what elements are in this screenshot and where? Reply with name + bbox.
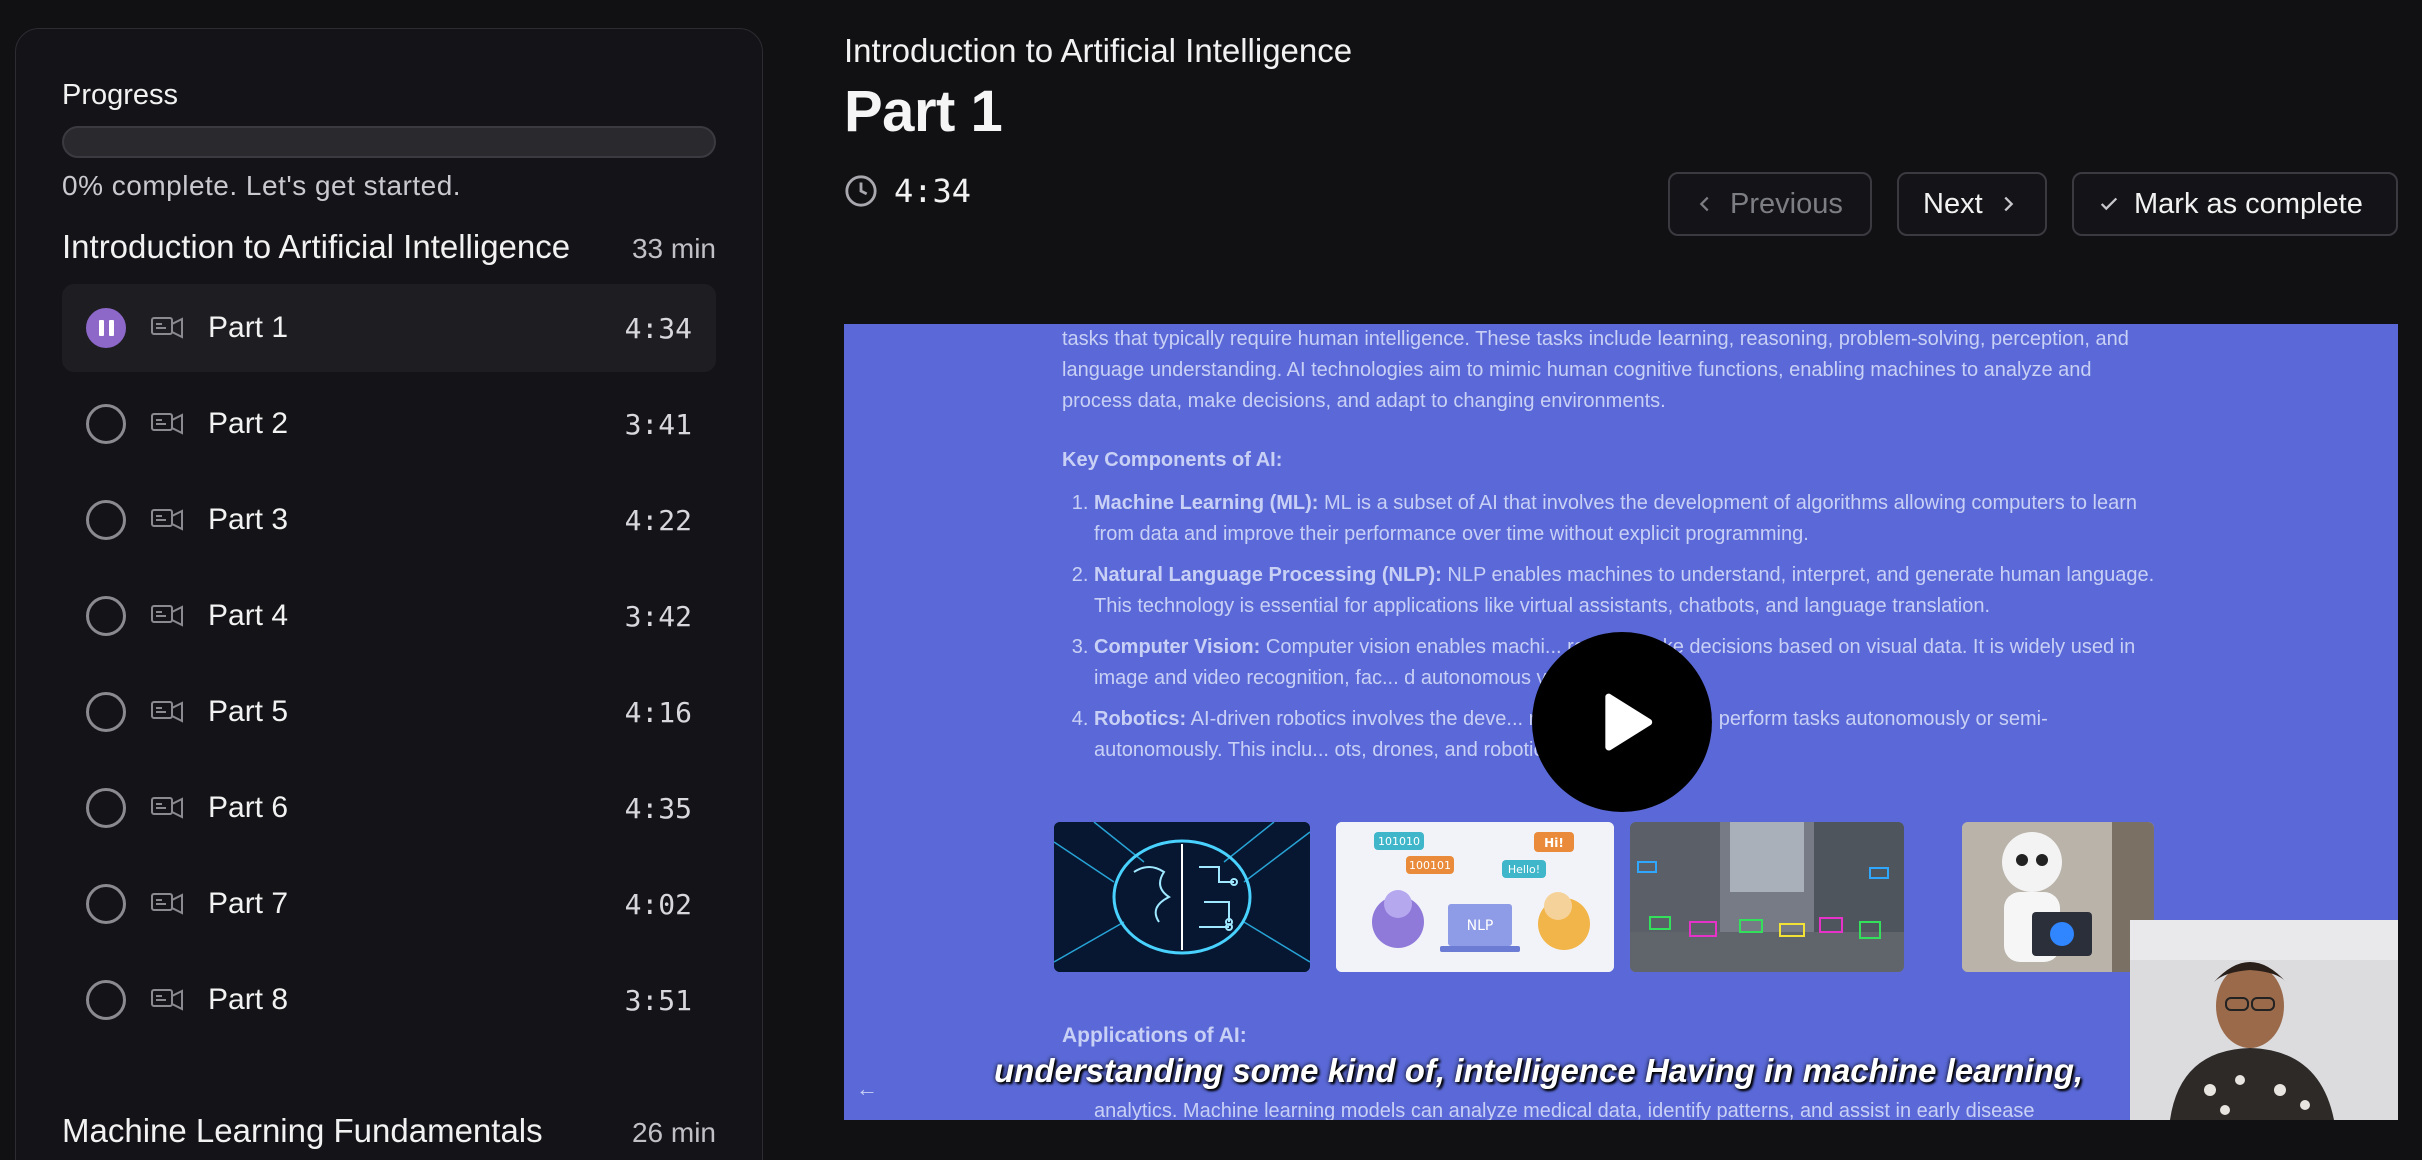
incomplete-status-icon bbox=[86, 596, 126, 636]
slide-back-arrow-icon[interactable]: ← bbox=[856, 1076, 878, 1102]
section-header-ml[interactable]: Machine Learning Fundamentals 26 min bbox=[62, 1112, 716, 1150]
street-detection-image bbox=[1630, 822, 1904, 972]
lesson-item[interactable]: Part 7 4:02 bbox=[62, 860, 716, 948]
nlp-tag: Hi! bbox=[1544, 836, 1564, 850]
lesson-item[interactable]: Part 1 4:34 bbox=[62, 284, 716, 372]
lesson-time: 4:02 bbox=[624, 887, 692, 921]
section-title: Machine Learning Fundamentals bbox=[62, 1112, 543, 1149]
presenter-webcam bbox=[2130, 920, 2398, 1120]
lesson-duration: 4:34 bbox=[844, 172, 971, 210]
lesson-name: Part 1 bbox=[208, 311, 289, 344]
play-icon bbox=[1605, 693, 1653, 751]
video-lesson-icon bbox=[150, 506, 186, 534]
nlp-tag: NLP bbox=[1467, 918, 1494, 934]
nlp-image: 101010 100101 Hi! Hello! NLP bbox=[1336, 822, 1614, 972]
lesson-time: 3:42 bbox=[624, 599, 692, 633]
lesson-name: Part 3 bbox=[208, 503, 289, 536]
lesson-item[interactable]: Part 2 3:41 bbox=[62, 380, 716, 468]
slide-key-heading: Key Components of AI: bbox=[1062, 449, 1283, 471]
lesson-name: Part 2 bbox=[208, 407, 289, 440]
brain-image bbox=[1054, 822, 1310, 972]
section-duration: 26 min bbox=[631, 1117, 716, 1148]
section-duration: 33 min bbox=[631, 233, 716, 264]
slide-applications-heading: Applications of AI: bbox=[1062, 1024, 1247, 1047]
slide-component-item: Natural Language Processing (NLP): NLP e… bbox=[1094, 560, 2162, 622]
lesson-item[interactable]: Part 8 3:51 bbox=[62, 956, 716, 1044]
lesson-item[interactable]: Part 3 4:22 bbox=[62, 476, 716, 564]
course-title: Introduction to Artificial Intelligence bbox=[844, 32, 1353, 69]
progress-bar bbox=[62, 126, 716, 158]
incomplete-status-icon bbox=[86, 884, 126, 924]
lesson-title: Part 1 bbox=[844, 79, 1003, 144]
chevron-right-icon bbox=[2004, 196, 2013, 212]
slide-component-item: Machine Learning (ML): ML is a subset of… bbox=[1094, 488, 2162, 550]
lesson-name: Part 5 bbox=[208, 695, 289, 728]
nlp-tag: Hello! bbox=[1508, 863, 1540, 876]
progress-label: Progress bbox=[62, 79, 179, 111]
mark-complete-button[interactable]: Mark as complete bbox=[2072, 172, 2398, 236]
nlp-tag: 100101 bbox=[1409, 859, 1451, 872]
mark-complete-label: Mark as complete bbox=[2134, 187, 2363, 220]
chevron-left-icon bbox=[1699, 196, 1709, 212]
lesson-list: Part 1 4:34 Part 2 3:41 Part 3 4:22 Part 4 3:42… bbox=[62, 284, 716, 1044]
clock-icon bbox=[845, 175, 877, 207]
lesson-name: Part 6 bbox=[208, 791, 289, 824]
lesson-time: 4:16 bbox=[624, 695, 692, 729]
nlp-tag: 101010 bbox=[1378, 835, 1420, 848]
slide-bottom-text: analytics. Machine learning models can a… bbox=[1094, 1100, 2035, 1120]
lesson-name: Part 8 bbox=[208, 983, 289, 1016]
progress-text: 0% complete. Let's get started. bbox=[62, 170, 462, 201]
check-icon bbox=[2100, 197, 2118, 211]
video-lesson-icon bbox=[150, 602, 186, 630]
lesson-time: 3:51 bbox=[624, 983, 692, 1017]
lesson-time: 4:34 bbox=[624, 311, 692, 345]
video-lesson-icon bbox=[150, 314, 186, 342]
lesson-duration-value: 4:34 bbox=[894, 172, 972, 210]
incomplete-status-icon bbox=[86, 980, 126, 1020]
incomplete-status-icon bbox=[86, 404, 126, 444]
app-root: Progress 0% complete. Let's get started.… bbox=[0, 0, 2422, 1160]
previous-button[interactable]: Previous bbox=[1668, 172, 1872, 236]
video-lesson-icon bbox=[150, 890, 186, 918]
previous-button-label: Previous bbox=[1730, 187, 1843, 220]
lesson-item[interactable]: Part 5 4:16 bbox=[62, 668, 716, 756]
incomplete-status-icon bbox=[86, 788, 126, 828]
incomplete-status-icon bbox=[86, 500, 126, 540]
section-title: Introduction to Artificial Intelligence bbox=[62, 228, 571, 265]
section-header-intro[interactable]: Introduction to Artificial Intelligence … bbox=[62, 228, 716, 266]
course-sidebar: Progress 0% complete. Let's get started.… bbox=[15, 28, 763, 1160]
lesson-name: Part 4 bbox=[208, 599, 289, 632]
lesson-time: 4:35 bbox=[624, 791, 692, 825]
video-caption: understanding some kind of, intelligence… bbox=[994, 1052, 2084, 1089]
pause-status-icon bbox=[86, 308, 126, 348]
lesson-time: 3:41 bbox=[624, 407, 692, 441]
play-button[interactable] bbox=[1532, 632, 1712, 812]
video-player[interactable]: tasks that typically require human intel… bbox=[844, 324, 2398, 1120]
video-lesson-icon bbox=[150, 698, 186, 726]
next-button[interactable]: Next bbox=[1897, 172, 2047, 236]
lesson-name: Part 7 bbox=[208, 887, 289, 920]
slide-intro: tasks that typically require human intel… bbox=[1062, 328, 2129, 412]
incomplete-status-icon bbox=[86, 692, 126, 732]
next-button-label: Next bbox=[1923, 187, 1983, 220]
lesson-time: 4:22 bbox=[624, 503, 692, 537]
video-lesson-icon bbox=[150, 794, 186, 822]
lesson-item[interactable]: Part 4 3:42 bbox=[62, 572, 716, 660]
lesson-item[interactable]: Part 6 4:35 bbox=[62, 764, 716, 852]
video-lesson-icon bbox=[150, 410, 186, 438]
robot-image bbox=[1962, 822, 2154, 972]
video-lesson-icon bbox=[150, 986, 186, 1014]
